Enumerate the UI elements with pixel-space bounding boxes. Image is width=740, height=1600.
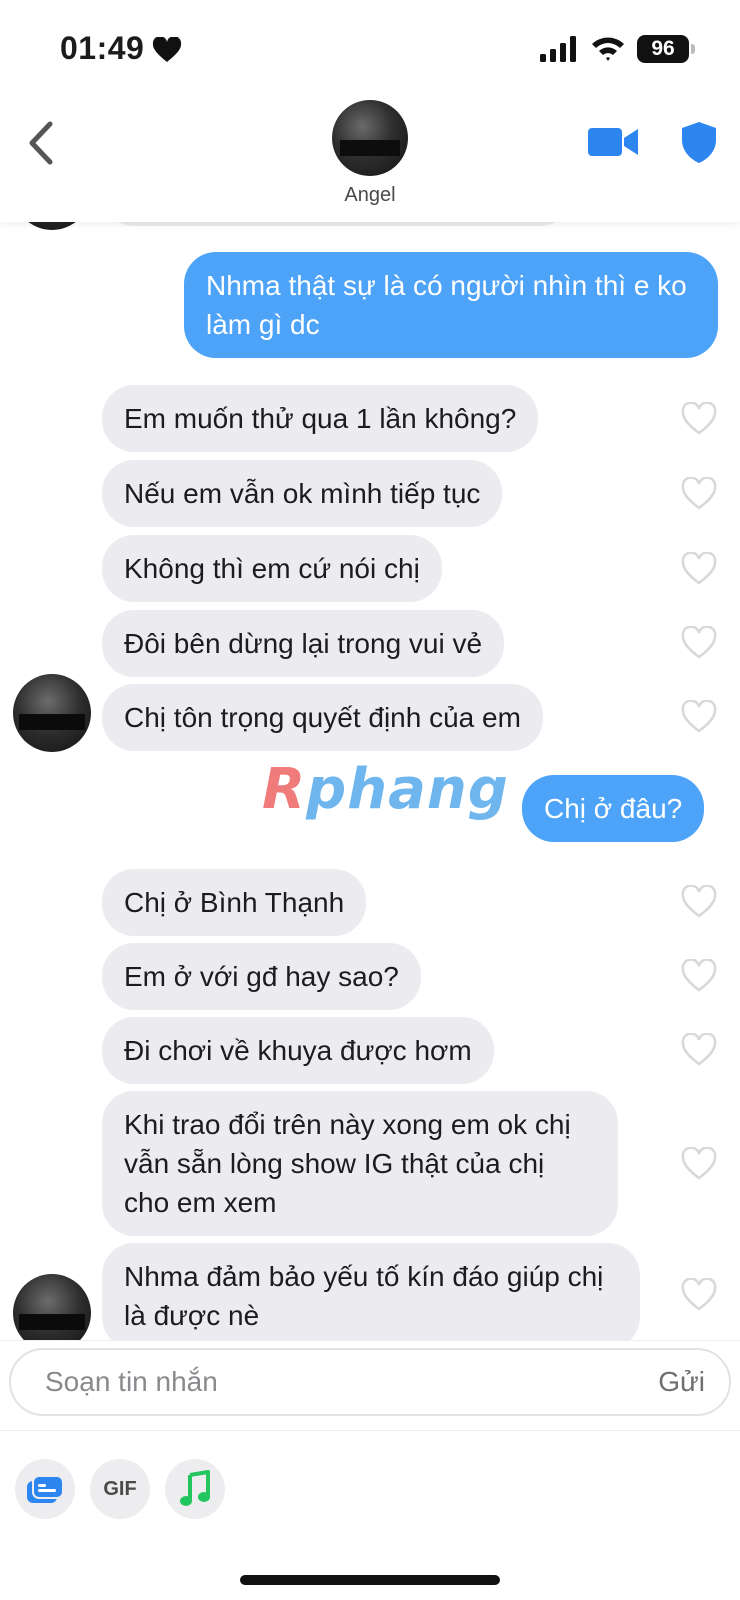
sticker-icon xyxy=(27,1475,64,1503)
message-bubble-incoming[interactable]: Em muốn thử qua 1 lần không? xyxy=(102,385,539,452)
shield-icon[interactable] xyxy=(680,120,718,164)
like-heart-icon[interactable] xyxy=(680,959,718,993)
like-heart-icon[interactable] xyxy=(680,626,718,660)
like-heart-icon[interactable] xyxy=(680,552,718,586)
message-bubble-incoming[interactable]: Nếu em vẫn ok mình tiếp tục xyxy=(102,460,503,527)
home-indicator xyxy=(240,1575,500,1585)
sticker-button[interactable] xyxy=(15,1459,75,1519)
contact-avatar-small xyxy=(13,222,91,230)
like-heart-icon[interactable] xyxy=(680,885,718,919)
like-heart-icon[interactable] xyxy=(680,700,718,734)
like-heart-icon[interactable] xyxy=(680,402,718,436)
message-bubble-incoming[interactable]: Chị ở Bình Thạnh xyxy=(102,869,367,936)
status-bar: 01:49 96 xyxy=(0,0,740,90)
watermark-logo: Rphang xyxy=(262,757,509,822)
message-bubble-incoming[interactable]: Nhma đảm bảo yếu tố kín đáo giúp chị là … xyxy=(102,1243,640,1340)
like-heart-icon[interactable] xyxy=(680,1033,718,1067)
like-heart-icon[interactable] xyxy=(680,477,718,511)
like-heart-icon[interactable] xyxy=(680,1147,718,1181)
like-heart-icon[interactable] xyxy=(680,1278,718,1312)
status-time: 01:49 xyxy=(60,30,145,66)
battery-indicator: 96 xyxy=(637,35,689,63)
message-bubble-outgoing[interactable]: Nhma thật sự là có người nhìn thì e ko l… xyxy=(184,252,718,358)
gif-label: GIF xyxy=(103,1478,137,1500)
contact-avatar-small[interactable] xyxy=(13,674,91,752)
message-input[interactable]: Soạn tin nhắn Gửi xyxy=(9,1348,731,1416)
chat-header: Angel xyxy=(0,90,740,222)
message-bubble-incoming[interactable]: Chị tôn trọng quyết định của em xyxy=(102,684,543,751)
message-bubble-incoming[interactable]: Đôi bên dừng lại trong vui vẻ xyxy=(102,610,505,677)
message-bubble-incoming[interactable]: Khi trao đổi trên này xong em ok chị vẫn… xyxy=(102,1091,618,1236)
heart-icon xyxy=(152,37,182,62)
watermark-first: R xyxy=(262,757,307,822)
music-icon xyxy=(180,1470,210,1506)
message-bubble-incoming[interactable]: Không thì em cứ nói chị xyxy=(102,535,442,602)
message-bubble-incoming[interactable]: Đi chơi về khuya được hơm xyxy=(102,1017,494,1084)
signal-icon xyxy=(540,36,576,62)
message-list[interactable]: Nhma thật sự là có người nhìn thì e ko l… xyxy=(0,222,740,1340)
message-bubble-outgoing[interactable]: Chị ở đâu? xyxy=(522,775,705,842)
gif-button[interactable]: GIF xyxy=(90,1459,150,1519)
watermark-rest: phang xyxy=(306,757,509,822)
message-bubble-incoming[interactable]: Em ở với gđ hay sao? xyxy=(102,943,421,1010)
composer-area: Soạn tin nhắn Gửi xyxy=(0,1340,740,1430)
back-icon[interactable] xyxy=(22,118,62,168)
music-button[interactable] xyxy=(165,1459,225,1519)
battery-tip xyxy=(691,44,695,54)
message-bubble-incoming[interactable] xyxy=(102,222,572,226)
video-call-icon[interactable] xyxy=(588,124,640,160)
message-input-placeholder[interactable]: Soạn tin nhắn xyxy=(45,1366,218,1398)
contact-avatar[interactable] xyxy=(332,100,408,176)
contact-avatar-small[interactable] xyxy=(13,1274,91,1340)
wifi-icon xyxy=(592,37,624,61)
contact-name[interactable]: Angel xyxy=(0,184,740,207)
bottom-toolbar: GIF xyxy=(0,1430,740,1600)
send-button[interactable]: Gửi xyxy=(658,1366,705,1398)
